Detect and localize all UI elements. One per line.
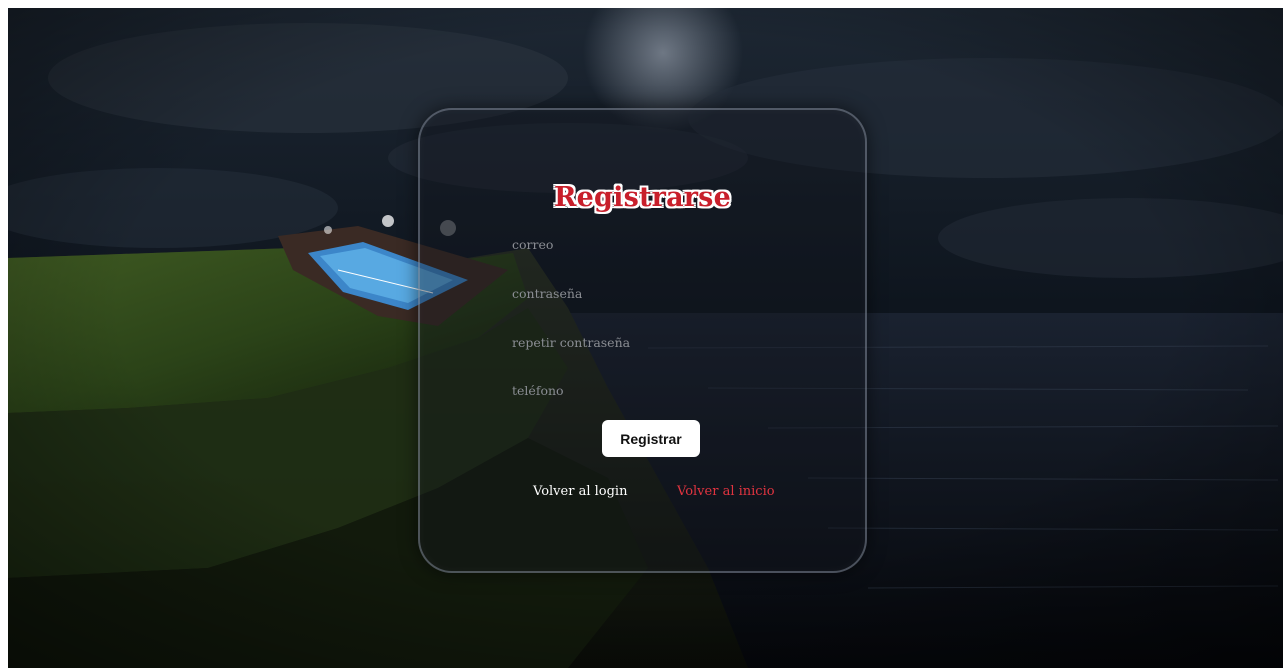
register-button[interactable]: Registrar xyxy=(602,420,700,457)
phone-field[interactable] xyxy=(512,379,772,401)
repeat-password-field[interactable] xyxy=(512,331,772,353)
back-to-login-link[interactable]: Volver al login xyxy=(533,484,627,499)
password-field[interactable] xyxy=(512,282,772,304)
page-viewport: Registrarse Registrar Volver al login Vo… xyxy=(8,8,1283,668)
email-field[interactable] xyxy=(512,233,772,255)
page-title: Registrarse xyxy=(554,182,731,213)
register-card: Registrarse Registrar Volver al login Vo… xyxy=(418,108,867,573)
back-to-home-link[interactable]: Volver al inicio xyxy=(677,484,775,499)
